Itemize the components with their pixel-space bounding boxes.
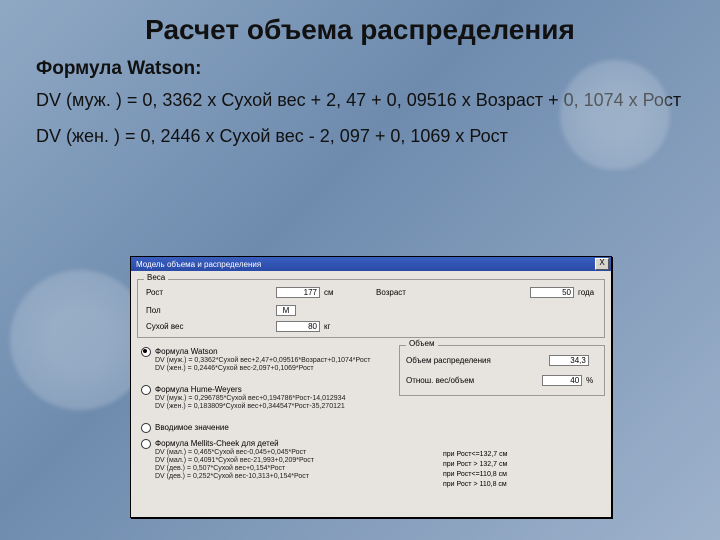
radio-icon <box>141 439 151 449</box>
option-mellits-label: Формула Mellits-Cheek для детей <box>155 439 279 448</box>
option-watson-label: Формула Watson <box>155 347 218 356</box>
note-2: при Рост > 132,7 см <box>443 461 507 469</box>
age-input[interactable] <box>530 287 574 298</box>
option-manual-label: Вводимое значение <box>155 423 229 432</box>
dryweight-unit: кг <box>324 322 330 331</box>
mellits-line4: DV (дев.) = 0,252*Сухой вес-10,313+0,154… <box>141 473 314 481</box>
dv-output <box>549 355 589 366</box>
age-label: Возраст <box>376 288 418 297</box>
note-4: при Рост > 110,8 см <box>443 481 507 489</box>
height-unit: см <box>324 288 334 297</box>
gender-input[interactable] <box>276 305 296 316</box>
group-result: Объем Объем распределения Отнош. вес/объ… <box>399 345 605 396</box>
dialog-window: Модель объема и распределения X Веса Рос… <box>130 256 612 518</box>
hume-line2: DV (жен.) = 0,183809*Сухой вес+0,344547*… <box>141 403 345 411</box>
radio-icon <box>141 347 151 357</box>
option-hume[interactable]: Формула Hume-Weyers DV (муж.) = 0,296785… <box>141 385 345 411</box>
close-icon[interactable]: X <box>595 258 609 270</box>
watson-line1: DV (муж.) = 0,3362*Сухой вес+2,47+0,0951… <box>141 357 371 365</box>
option-mellits[interactable]: Формула Mellits-Cheek для детей DV (мал.… <box>141 439 314 481</box>
group-result-legend: Объем <box>406 339 438 348</box>
option-manual[interactable]: Вводимое значение <box>141 423 229 433</box>
dv-label: Объем распределения <box>406 356 491 365</box>
ratio-label: Отнош. вес/объем <box>406 376 474 385</box>
mellits-line1: DV (мал.) = 0,465*Сухой вес-0,045+0,045*… <box>141 449 314 457</box>
dryweight-label: Сухой вес <box>146 322 196 331</box>
radio-icon <box>141 385 151 395</box>
option-hume-label: Формула Hume-Weyers <box>155 385 242 394</box>
ratio-output <box>542 375 582 386</box>
mellits-line2: DV (мал.) = 0,4091*Сухой вес-21,993+0,20… <box>141 457 314 465</box>
note-1: при Рост<=132,7 см <box>443 451 507 459</box>
titlebar: Модель объема и распределения X <box>131 257 611 271</box>
dryweight-input[interactable] <box>276 321 320 332</box>
hume-line1: DV (муж.) = 0,296785*Сухой вес+0,194786*… <box>141 395 345 403</box>
mellits-line3: DV (дев.) = 0,507*Сухой вес+0,154*Рост <box>141 465 314 473</box>
option-watson[interactable]: Формула Watson DV (муж.) = 0,3362*Сухой … <box>141 347 371 373</box>
ratio-unit: % <box>586 376 593 385</box>
watson-line2: DV (жен.) = 0,2446*Сухой вес-2,097+0,106… <box>141 365 371 373</box>
height-input[interactable] <box>276 287 320 298</box>
height-label: Рост <box>146 288 180 297</box>
group-weight-legend: Веса <box>144 273 168 282</box>
note-3: при Рост<=110,8 см <box>443 471 507 479</box>
gender-label: Пол <box>146 306 180 315</box>
page-title: Расчет объема распределения <box>0 0 720 56</box>
group-weight: Веса Рост см Возраст года Пол Сухой вес … <box>137 279 605 338</box>
age-unit: года <box>578 288 594 297</box>
dialog-title: Модель объема и распределения <box>133 260 261 269</box>
radio-icon <box>141 423 151 433</box>
